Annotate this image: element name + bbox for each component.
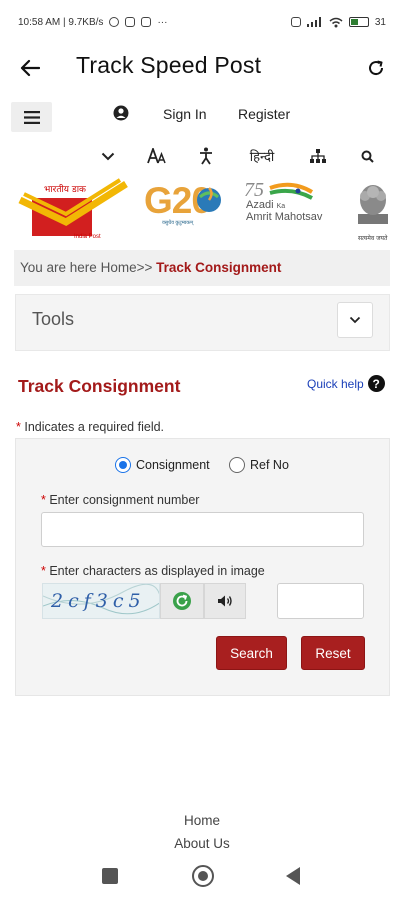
language-toggle[interactable]: हिन्दी bbox=[246, 144, 278, 168]
captcha-input[interactable] bbox=[277, 583, 364, 619]
captcha-image: 2cf3c5 bbox=[42, 583, 160, 619]
quick-help-link[interactable]: Quick help ? bbox=[307, 375, 385, 392]
captcha-label-text: Enter characters as displayed in image bbox=[45, 564, 265, 578]
signal-icon bbox=[306, 17, 321, 27]
captcha-label: * Enter characters as displayed in image bbox=[41, 564, 265, 578]
quick-help-label: Quick help bbox=[307, 376, 364, 391]
breadcrumb: You are here Home>> Track Consignment bbox=[14, 250, 390, 286]
section-title: Track Consignment bbox=[18, 376, 181, 396]
india-post-logo[interactable]: भारतीय डाक India Post bbox=[16, 178, 128, 246]
consignment-number-input[interactable] bbox=[41, 512, 364, 547]
sign-in-link[interactable]: Sign In bbox=[163, 106, 207, 122]
reset-button[interactable]: Reset bbox=[301, 636, 365, 670]
azadi-line1: Azadi bbox=[246, 199, 274, 211]
battery-icon bbox=[348, 17, 369, 27]
azadi-ka: Ka bbox=[276, 203, 286, 210]
status-time: 10:58 AM | 9.7KB/s bbox=[18, 16, 104, 28]
speaker-icon bbox=[218, 595, 232, 607]
accessibility-icon[interactable] bbox=[196, 144, 216, 168]
hamburger-icon bbox=[23, 110, 40, 124]
app-bar: Track Speed Post bbox=[0, 44, 404, 90]
refresh-icon bbox=[369, 60, 384, 76]
instagram-icon bbox=[125, 17, 136, 27]
status-bar: 10:58 AM | 9.7KB/s ··· 31 bbox=[0, 0, 404, 44]
required-note-text: Indicates a required field. bbox=[20, 420, 165, 434]
more-notifications-icon: ··· bbox=[157, 16, 168, 28]
recent-apps-button[interactable] bbox=[102, 868, 118, 884]
help-icon: ? bbox=[367, 375, 385, 392]
radio-dot bbox=[119, 461, 127, 469]
battery-percent: 31 bbox=[374, 16, 386, 28]
breadcrumb-prefix: You are here Home>> bbox=[20, 260, 157, 275]
chevron-down-icon bbox=[349, 316, 361, 324]
tools-label: Tools bbox=[32, 309, 75, 329]
g20-tagline: वसुधैव कुटुम्बकम् bbox=[162, 220, 194, 226]
tools-panel: Tools bbox=[15, 294, 390, 351]
battery-fill bbox=[350, 19, 359, 25]
azadi-line2: Amrit Mahotsav bbox=[246, 211, 323, 223]
menu-button[interactable] bbox=[11, 102, 52, 132]
state-emblem-logo[interactable]: सत्यमेव जयते bbox=[352, 180, 394, 244]
india-post-hindi: भारतीय डाक bbox=[44, 185, 86, 195]
refresh-captcha-button[interactable] bbox=[160, 583, 204, 619]
search-button[interactable]: Search bbox=[216, 636, 287, 670]
user-icon[interactable] bbox=[113, 105, 129, 126]
home-dot bbox=[198, 871, 208, 881]
radio-button-selected[interactable] bbox=[115, 457, 131, 473]
chevron-down-icon[interactable] bbox=[98, 144, 118, 168]
radio-button[interactable] bbox=[229, 457, 245, 473]
globe-icon bbox=[197, 187, 221, 212]
consignment-label-text: Enter consignment number bbox=[45, 493, 200, 507]
refresh-button[interactable] bbox=[360, 52, 392, 84]
search-icon[interactable] bbox=[358, 144, 376, 168]
radio-ref-label: Ref No bbox=[250, 458, 289, 472]
font-size-icon[interactable] bbox=[146, 144, 168, 168]
radio-ref-no[interactable]: Ref No bbox=[229, 457, 289, 473]
status-left: 10:58 AM | 9.7KB/s ··· bbox=[18, 17, 167, 28]
status-right: 31 bbox=[290, 16, 386, 28]
required-note: * Indicates a required field. bbox=[16, 420, 164, 434]
refresh-icon bbox=[173, 592, 191, 610]
back-button[interactable] bbox=[14, 52, 46, 84]
g20-logo[interactable]: G20 वसुधैव कुटुम्बकम् bbox=[144, 180, 226, 232]
track-form: Consignment Ref No * Enter consignment n… bbox=[15, 438, 390, 696]
emblem-graphic bbox=[358, 185, 388, 224]
azadi-ka-amrit-mahotsav-logo[interactable]: 75 Azadi Ka Amrit Mahotsav bbox=[242, 178, 330, 238]
tools-toggle-button[interactable] bbox=[337, 302, 373, 338]
home-button[interactable] bbox=[192, 865, 214, 887]
svg-text:75: 75 bbox=[244, 179, 264, 201]
radio-consignment[interactable]: Consignment bbox=[115, 457, 210, 473]
emblem-caption: सत्यमेव जयते bbox=[358, 235, 388, 242]
footer-about-link[interactable]: About Us bbox=[0, 836, 404, 851]
vpn-icon bbox=[109, 17, 120, 27]
arrow-left-icon bbox=[20, 59, 40, 77]
system-nav-bar bbox=[0, 856, 404, 896]
instagram-icon-2 bbox=[141, 17, 152, 27]
page-title: Track Speed Post bbox=[76, 52, 262, 78]
sitemap-icon[interactable] bbox=[308, 144, 328, 168]
register-link[interactable]: Register bbox=[238, 106, 290, 122]
radio-consignment-label: Consignment bbox=[136, 458, 210, 472]
breadcrumb-current: Track Consignment bbox=[156, 260, 282, 275]
footer-home-link[interactable]: Home bbox=[0, 813, 404, 828]
azadi-text: Azadi Ka Amrit Mahotsav bbox=[246, 200, 322, 223]
consignment-label: * Enter consignment number bbox=[41, 493, 199, 507]
volte-icon bbox=[290, 17, 301, 27]
captcha-text: 2cf3c5 bbox=[51, 590, 146, 612]
audio-captcha-button[interactable] bbox=[204, 583, 246, 619]
wifi-icon bbox=[329, 17, 343, 27]
system-back-button[interactable] bbox=[286, 867, 300, 885]
logo-row: भारतीय डाक India Post G20 वसुधैव कुटुम्ब… bbox=[0, 178, 404, 248]
india-post-caption: India Post bbox=[74, 234, 101, 240]
